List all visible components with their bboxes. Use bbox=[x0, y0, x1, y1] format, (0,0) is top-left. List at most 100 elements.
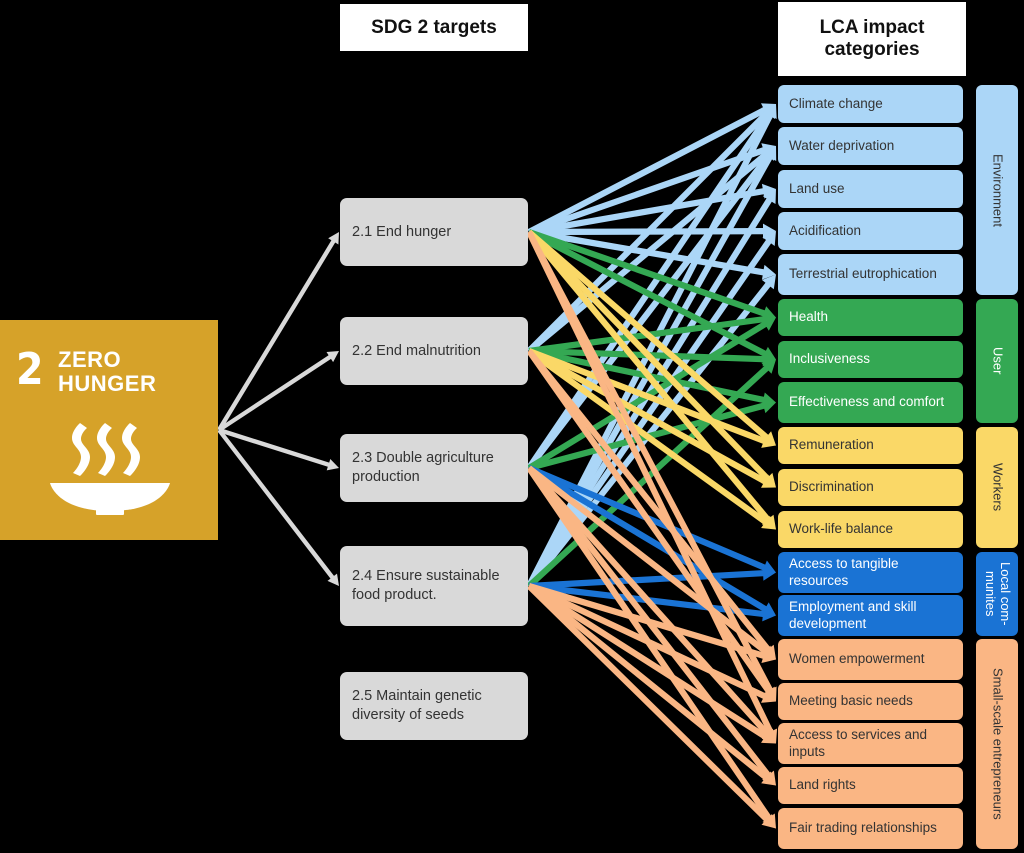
link-arrow bbox=[527, 465, 776, 575]
impact-category-chip[interactable]: Terrestrial eutrophication bbox=[778, 254, 963, 295]
sdg-logo-line1: ZERO bbox=[58, 347, 122, 372]
link-arrow bbox=[526, 104, 777, 588]
stakeholder-group-label: Small-scale entrepreneurs bbox=[990, 668, 1006, 820]
target-label: 2.4 Ensure sustainable food product. bbox=[352, 568, 500, 603]
link-arrow bbox=[526, 349, 776, 702]
link-arrow bbox=[527, 348, 776, 530]
impact-category-chip[interactable]: Water deprivation bbox=[778, 127, 963, 165]
impact-category-chip[interactable]: Discrimination bbox=[778, 469, 963, 506]
stakeholder-group-label: User bbox=[990, 347, 1006, 375]
impact-category-chip[interactable]: Employment and skill development bbox=[778, 595, 963, 636]
stakeholder-group-label: Local com-munites bbox=[983, 562, 1013, 626]
stakeholder-group-label: Workers bbox=[990, 463, 1006, 512]
impact-category-chip[interactable]: Remuneration bbox=[778, 427, 963, 464]
link-arrow bbox=[527, 583, 776, 703]
target-box-2-5[interactable]: 2.5 Maintain genetic diversity of seeds bbox=[340, 672, 528, 740]
impact-category-chip[interactable]: Women empowerment bbox=[778, 639, 963, 680]
target-box-2-2[interactable]: 2.2 End malnutrition bbox=[340, 317, 528, 385]
impact-category-label: Effectiveness and comfort bbox=[789, 394, 945, 410]
impact-category-chip[interactable]: Acidification bbox=[778, 212, 963, 250]
link-arrow bbox=[526, 230, 777, 702]
target-label: 2.2 End malnutrition bbox=[352, 342, 481, 359]
sdg-targets-header: SDG 2 targets bbox=[340, 4, 528, 51]
impact-category-label: Climate change bbox=[789, 95, 883, 111]
stakeholder-group-bar: Local com-munites bbox=[976, 552, 1018, 636]
stakeholder-group-bar: Workers bbox=[976, 427, 1018, 548]
impact-category-chip[interactable]: Work-life balance bbox=[778, 511, 963, 548]
impact-category-chip[interactable]: Land rights bbox=[778, 767, 963, 804]
target-box-2-3[interactable]: 2.3 Double agriculture production bbox=[340, 434, 528, 502]
link-arrow bbox=[526, 189, 776, 588]
link-arrow bbox=[526, 583, 776, 829]
impact-category-label: Discrimination bbox=[789, 479, 874, 495]
link-arrow bbox=[526, 229, 776, 488]
impact-category-chip[interactable]: Land use bbox=[778, 170, 963, 208]
link-arrow bbox=[526, 359, 776, 589]
impact-category-chip[interactable]: Meeting basic needs bbox=[778, 683, 963, 720]
link-arrow bbox=[527, 348, 776, 488]
impact-category-chip[interactable]: Effectiveness and comfort bbox=[778, 382, 963, 423]
link-arrow bbox=[528, 583, 776, 663]
impact-category-label: Inclusiveness bbox=[789, 351, 871, 367]
sdg-2-logo: 2 ZERO HUNGER bbox=[0, 320, 218, 540]
link-arrow bbox=[527, 348, 776, 448]
link-arrow bbox=[528, 228, 776, 280]
link-arrow bbox=[527, 103, 776, 235]
impact-category-label: Land rights bbox=[789, 777, 856, 793]
impact-category-label: Remuneration bbox=[789, 437, 874, 453]
link-arrow bbox=[527, 465, 776, 660]
link-arrow bbox=[527, 146, 776, 354]
link-arrow bbox=[526, 231, 776, 588]
target-box-2-1[interactable]: 2.1 End hunger bbox=[340, 198, 528, 266]
sdg-logo-number: 2 bbox=[16, 344, 44, 395]
link-arrow bbox=[528, 229, 776, 321]
link-arrow bbox=[526, 230, 778, 744]
sdg-logo-title: ZERO HUNGER bbox=[58, 348, 156, 396]
stakeholder-group-label: Environment bbox=[990, 153, 1006, 227]
target-label: 2.5 Maintain genetic diversity of seeds bbox=[352, 688, 482, 723]
link-arrow bbox=[528, 347, 776, 367]
link-arrow bbox=[526, 146, 777, 588]
impact-category-label: Women empowerment bbox=[789, 651, 925, 667]
link-arrow bbox=[528, 565, 776, 590]
link-arrow bbox=[528, 143, 776, 235]
impact-category-chip[interactable]: Inclusiveness bbox=[778, 341, 963, 378]
link-arrow bbox=[527, 317, 776, 471]
impact-category-label: Employment and skill development bbox=[789, 599, 917, 631]
link-arrow bbox=[529, 223, 776, 239]
stakeholder-group-bar: Small-scale entrepreneurs bbox=[976, 639, 1018, 849]
link-arrow bbox=[217, 351, 339, 432]
impact-category-label: Terrestrial eutrophication bbox=[789, 266, 937, 282]
impact-category-chip[interactable]: Fair trading relationships bbox=[778, 808, 963, 849]
diagram-canvas: SDG 2 targets LCA impact categories 2 ZE… bbox=[0, 0, 1024, 853]
link-arrow bbox=[526, 466, 776, 829]
stakeholder-group-bar: User bbox=[976, 299, 1018, 423]
impact-category-chip[interactable]: Access to services and inputs bbox=[778, 723, 963, 764]
link-arrow bbox=[526, 104, 776, 354]
impact-category-label: Fair trading relationships bbox=[789, 820, 937, 836]
impact-category-label: Meeting basic needs bbox=[789, 693, 913, 709]
link-arrow bbox=[528, 183, 776, 236]
impact-category-chip[interactable]: Health bbox=[778, 299, 963, 336]
impact-category-label: Access to tangible resources bbox=[789, 556, 899, 588]
impact-category-chip[interactable]: Climate change bbox=[778, 85, 963, 123]
impact-category-label: Work-life balance bbox=[789, 521, 894, 537]
link-arrow bbox=[527, 465, 776, 616]
impact-category-label: Land use bbox=[789, 180, 845, 196]
link-arrow bbox=[526, 230, 776, 530]
impact-category-label: Access to services and inputs bbox=[789, 727, 928, 759]
link-arrow bbox=[526, 349, 776, 660]
sdg-logo-line2: HUNGER bbox=[58, 370, 157, 396]
link-arrow bbox=[527, 583, 776, 786]
link-arrow bbox=[527, 229, 776, 446]
link-arrow bbox=[217, 428, 339, 586]
link-arrow bbox=[217, 232, 339, 432]
impact-category-label: Water deprivation bbox=[789, 137, 895, 153]
target-box-2-4[interactable]: 2.4 Ensure sustainable food product. bbox=[340, 546, 528, 626]
link-arrow bbox=[528, 398, 776, 471]
link-arrow bbox=[526, 274, 776, 588]
link-arrow bbox=[527, 229, 776, 361]
steaming-bowl-icon bbox=[50, 423, 170, 515]
impact-category-chip[interactable]: Access to tangible resources bbox=[778, 552, 963, 593]
impact-category-label: Health bbox=[789, 309, 829, 325]
